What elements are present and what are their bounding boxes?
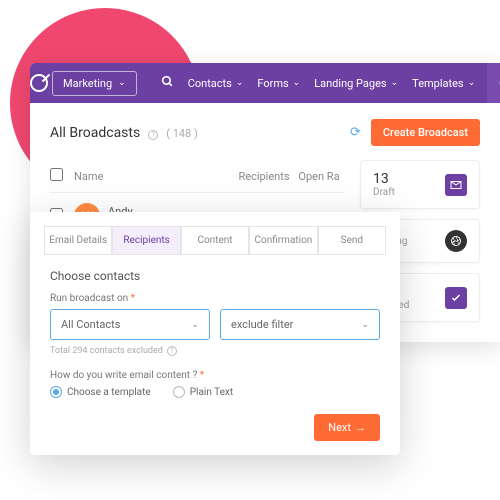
main-nav: Contacts⌄ Forms⌄ Landing Pages⌄ Template… <box>188 63 500 103</box>
create-broadcast-button[interactable]: Create Broadcast <box>371 119 480 146</box>
col-name: Name <box>74 170 234 183</box>
tab-send[interactable]: Send <box>318 226 386 254</box>
chevron-down-icon: ⌄ <box>361 320 369 330</box>
app-logo[interactable] <box>30 74 48 92</box>
info-icon[interactable]: ? <box>167 346 177 356</box>
radio-dot-icon <box>173 386 185 398</box>
aperture-icon <box>445 230 467 252</box>
nav-forms[interactable]: Forms⌄ <box>257 77 300 90</box>
tab-recipients[interactable]: Recipients <box>112 226 180 254</box>
tab-email-details[interactable]: Email Details <box>44 226 112 254</box>
chevron-down-icon: ⌄ <box>293 78 301 88</box>
contacts-select[interactable]: All Contacts⌄ <box>50 309 210 340</box>
chevron-down-icon: ⌄ <box>468 78 476 88</box>
chevron-down-icon: ⌄ <box>118 78 126 88</box>
search-icon[interactable] <box>161 75 174 91</box>
next-button[interactable]: Next→ <box>314 414 380 441</box>
refresh-icon[interactable]: ⟳ <box>350 125 361 140</box>
mail-icon <box>445 174 467 196</box>
wizard-title: Choose contacts <box>50 269 380 283</box>
radio-template[interactable]: Choose a template <box>50 386 151 398</box>
broadcast-count: ( 148 ) <box>166 127 198 140</box>
table-header: Name Recipients Open Ra <box>50 160 344 193</box>
check-icon <box>445 287 467 309</box>
chevron-down-icon: ⌄ <box>391 78 399 88</box>
topbar: Marketing ⌄ Contacts⌄ Forms⌄ Landing Pag… <box>30 63 500 103</box>
wizard-modal: Email Details Recipients Content Confirm… <box>30 212 400 455</box>
page-header: All Broadcasts ? ( 148 ) ⟳ Create Broadc… <box>50 119 480 146</box>
workspace-label: Marketing <box>63 77 112 90</box>
workspace-selector[interactable]: Marketing ⌄ <box>52 71 137 96</box>
nav-campaigns[interactable]: Campaigns⌄ <box>487 63 500 103</box>
filter-select[interactable]: exclude filter⌄ <box>220 309 380 340</box>
col-openrate: Open Ra <box>294 170 344 183</box>
tab-confirmation[interactable]: Confirmation <box>249 226 317 254</box>
nav-templates[interactable]: Templates⌄ <box>412 77 475 90</box>
page-title: All Broadcasts <box>50 125 140 141</box>
run-on-label: Run broadcast on * <box>50 293 380 304</box>
chevron-down-icon: ⌄ <box>191 320 199 330</box>
radio-dot-icon <box>50 386 62 398</box>
chevron-down-icon: ⌄ <box>236 78 244 88</box>
nav-landing-pages[interactable]: Landing Pages⌄ <box>314 77 398 90</box>
wizard-tabs: Email Details Recipients Content Confirm… <box>44 226 386 255</box>
radio-plaintext[interactable]: Plain Text <box>173 386 233 398</box>
excluded-note: Total 294 contacts excluded? <box>50 346 380 356</box>
tab-content[interactable]: Content <box>181 226 249 254</box>
arrow-right-icon: → <box>355 421 366 434</box>
info-icon[interactable]: ? <box>148 130 158 140</box>
col-recipients: Recipients <box>234 170 294 183</box>
content-question: How do you write email content ? * <box>50 370 380 381</box>
target-icon <box>30 74 48 92</box>
stat-card-draft[interactable]: 13Draft <box>360 160 480 209</box>
select-all-checkbox[interactable] <box>50 168 63 181</box>
nav-contacts[interactable]: Contacts⌄ <box>188 77 244 90</box>
